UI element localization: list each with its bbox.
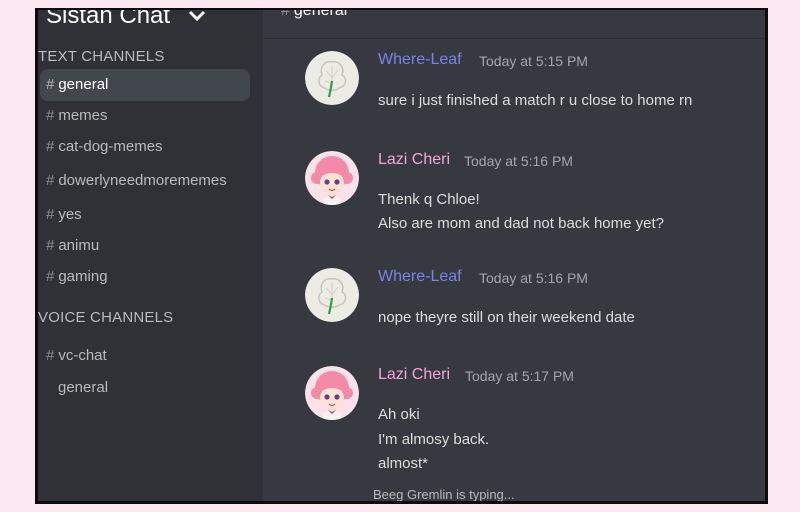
username[interactable]: Lazi Cheri bbox=[378, 366, 450, 384]
message-text: Ah oki bbox=[378, 406, 420, 423]
avatar[interactable] bbox=[305, 51, 359, 105]
chat-area: # general Where-Leaf Today at 5:15 PM sur… bbox=[263, 10, 765, 501]
text-channels-category[interactable]: TEXT CHANNELS bbox=[38, 48, 165, 65]
message-text: Also are mom and dad not back home yet? bbox=[378, 215, 664, 232]
voice-channel-general[interactable]: general bbox=[58, 379, 108, 396]
hash-icon: # bbox=[46, 237, 55, 254]
channel-cat-dog-memes[interactable]: # cat-dog-memes bbox=[46, 138, 163, 155]
channel-general[interactable]: # general bbox=[40, 69, 250, 101]
message-text: I'm almosy back. bbox=[378, 431, 490, 448]
channel-gaming[interactable]: # gaming bbox=[46, 268, 108, 285]
channel-title: # general bbox=[281, 8, 347, 20]
timestamp: Today at 5:17 PM bbox=[465, 368, 574, 384]
timestamp: Today at 5:16 PM bbox=[464, 153, 573, 169]
hash-icon: # bbox=[46, 107, 55, 124]
channel-dowerlyneedmorememes[interactable]: # dowerlyneedmorememes bbox=[46, 172, 227, 189]
hash-icon: # bbox=[46, 138, 55, 155]
username[interactable]: Lazi Cheri bbox=[378, 151, 450, 169]
avatar[interactable] bbox=[305, 151, 359, 205]
typing-indicator: Beeg Gremlin is typing... bbox=[373, 487, 515, 502]
channel-yes[interactable]: # yes bbox=[46, 206, 82, 223]
username[interactable]: Where-Leaf bbox=[378, 268, 462, 286]
app-window: Sistah Chat TEXT CHANNELS # general # meme… bbox=[35, 8, 768, 504]
avatar[interactable] bbox=[305, 366, 359, 420]
message-text: Thenk q Chloe! bbox=[378, 191, 480, 208]
voice-channels-category[interactable]: VOICE CHANNELS bbox=[38, 309, 173, 326]
message-text: almost* bbox=[378, 455, 429, 472]
server-name: Sistah Chat bbox=[46, 8, 171, 29]
server-header[interactable]: Sistah Chat bbox=[38, 8, 263, 36]
hash-icon: # bbox=[281, 8, 290, 19]
channel-vc-chat[interactable]: # vc-chat bbox=[46, 347, 107, 364]
channel-header: # general bbox=[263, 10, 765, 39]
channel-memes[interactable]: # memes bbox=[46, 107, 108, 124]
message-text: sure i just finished a match r u close t… bbox=[378, 92, 693, 109]
timestamp: Today at 5:15 PM bbox=[479, 53, 588, 69]
username[interactable]: Where-Leaf bbox=[378, 51, 462, 69]
chevron-down-icon[interactable] bbox=[188, 10, 206, 22]
hash-icon: # bbox=[46, 172, 55, 189]
hash-icon: # bbox=[46, 76, 55, 93]
hash-icon: # bbox=[46, 206, 55, 223]
message-text: nope theyre still on their weekend date bbox=[378, 309, 635, 326]
timestamp: Today at 5:16 PM bbox=[479, 270, 588, 286]
channel-animu[interactable]: # animu bbox=[46, 237, 99, 254]
channel-sidebar: Sistah Chat TEXT CHANNELS # general # meme… bbox=[38, 10, 263, 501]
hash-icon: # bbox=[46, 347, 55, 364]
hash-icon: # bbox=[46, 268, 55, 285]
avatar[interactable] bbox=[305, 268, 359, 322]
